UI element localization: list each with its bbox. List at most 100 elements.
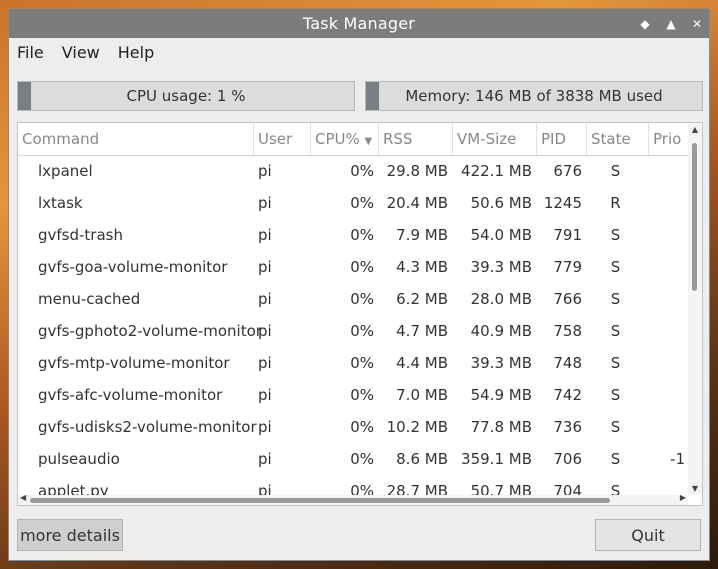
table-row[interactable]: gvfs-mtp-volume-monitor pi 0% 4.4 MB 39.3 MB… bbox=[18, 347, 688, 379]
cell-vm: 39.3 MB bbox=[470, 354, 532, 372]
column-rss-label: RSS bbox=[383, 130, 413, 148]
column-command[interactable]: Command bbox=[18, 123, 254, 155]
window-controls: ◆ ▲ ✕ bbox=[639, 9, 703, 38]
cell-pid: 758 bbox=[553, 322, 582, 340]
cell-command: gvfsd-trash bbox=[38, 226, 123, 244]
vertical-scrollbar[interactable]: ▲ ▼ bbox=[688, 123, 702, 495]
minimize-button[interactable]: ◆ bbox=[639, 17, 651, 31]
table-row[interactable]: gvfs-goa-volume-monitor pi 0% 4.3 MB 39.3 MB… bbox=[18, 251, 688, 283]
memory-usage-bar: Memory: 146 MB of 3838 MB used bbox=[365, 81, 703, 111]
cell-user: pi bbox=[258, 354, 272, 372]
cell-user: pi bbox=[258, 290, 272, 308]
column-cpu[interactable]: CPU% ▼ bbox=[311, 123, 379, 155]
cell-state: S bbox=[610, 418, 621, 436]
table-row[interactable]: lxtask pi 0% 20.4 MB 50.6 MB 1245 R bbox=[18, 187, 688, 219]
horizontal-scrollbar[interactable]: ◀ ▶ bbox=[18, 493, 688, 505]
memory-usage-label: Memory: 146 MB of 3838 MB used bbox=[405, 87, 663, 105]
cell-cpu: 0% bbox=[350, 290, 374, 308]
scroll-up-icon[interactable]: ▲ bbox=[688, 125, 702, 134]
cell-pid: 791 bbox=[553, 226, 582, 244]
column-rss[interactable]: RSS bbox=[379, 123, 453, 155]
menu-view[interactable]: View bbox=[62, 43, 100, 62]
cell-pid: 1245 bbox=[543, 194, 582, 212]
cell-prio bbox=[649, 315, 685, 347]
more-details-button[interactable]: more details bbox=[17, 519, 123, 551]
cell-vm: 39.3 MB bbox=[470, 258, 532, 276]
column-pid[interactable]: PID bbox=[537, 123, 587, 155]
cell-vm: 50.6 MB bbox=[470, 194, 532, 212]
cell-prio bbox=[649, 155, 685, 187]
cell-rss: 10.2 MB bbox=[386, 418, 448, 436]
cell-user: pi bbox=[258, 418, 272, 436]
cell-rss: 4.7 MB bbox=[396, 322, 448, 340]
usage-stats: CPU usage: 1 % Memory: 146 MB of 3838 MB… bbox=[17, 81, 703, 113]
menu-file[interactable]: File bbox=[17, 43, 44, 62]
cell-rss: 6.2 MB bbox=[396, 290, 448, 308]
title-bar[interactable]: Task Manager ◆ ▲ ✕ bbox=[9, 9, 709, 38]
table-row[interactable]: gvfs-gphoto2-volume-monitor pi 0% 4.7 MB 40.… bbox=[18, 315, 688, 347]
cell-prio bbox=[649, 379, 685, 411]
cell-rss: 4.3 MB bbox=[396, 258, 448, 276]
horizontal-scroll-thumb[interactable] bbox=[30, 498, 610, 503]
menu-help[interactable]: Help bbox=[118, 43, 154, 62]
cell-command: lxtask bbox=[38, 194, 83, 212]
scroll-down-icon[interactable]: ▼ bbox=[688, 484, 702, 493]
cell-state: S bbox=[610, 290, 621, 308]
close-button[interactable]: ✕ bbox=[691, 17, 703, 31]
column-user-label: User bbox=[258, 130, 293, 148]
table-header: Command User CPU% ▼ RSS VM-Size PID Stat… bbox=[18, 123, 688, 156]
sort-descending-icon: ▼ bbox=[364, 136, 373, 147]
cell-vm: 28.0 MB bbox=[470, 290, 532, 308]
column-state[interactable]: State bbox=[587, 123, 649, 155]
cell-command: menu-cached bbox=[38, 290, 141, 308]
cell-cpu: 0% bbox=[350, 450, 374, 468]
window-title: Task Manager bbox=[302, 14, 416, 33]
table-row[interactable]: menu-cached pi 0% 6.2 MB 28.0 MB 766 S bbox=[18, 283, 688, 315]
scroll-left-icon[interactable]: ◀ bbox=[20, 493, 26, 502]
cell-command: gvfs-udisks2-volume-monitor bbox=[38, 418, 257, 436]
cell-prio bbox=[649, 347, 685, 379]
cell-cpu: 0% bbox=[350, 322, 374, 340]
column-pid-label: PID bbox=[541, 130, 567, 148]
table-row[interactable]: pulseaudio pi 0% 8.6 MB 359.1 MB 706 S -1 bbox=[18, 443, 688, 475]
table-row[interactable]: gvfs-udisks2-volume-monitor pi 0% 10.2 MB 77… bbox=[18, 411, 688, 443]
maximize-button[interactable]: ▲ bbox=[665, 17, 677, 31]
cell-cpu: 0% bbox=[350, 354, 374, 372]
table-row[interactable]: gvfsd-trash pi 0% 7.9 MB 54.0 MB 791 S bbox=[18, 219, 688, 251]
quit-button[interactable]: Quit bbox=[595, 519, 701, 551]
cell-rss: 4.4 MB bbox=[396, 354, 448, 372]
column-prio[interactable]: Prio bbox=[649, 123, 690, 155]
table-row[interactable]: lxpanel pi 0% 29.8 MB 422.1 MB 676 S bbox=[18, 155, 688, 187]
cell-state: S bbox=[610, 386, 621, 404]
cell-rss: 29.8 MB bbox=[386, 162, 448, 180]
cell-rss: 8.6 MB bbox=[396, 450, 448, 468]
process-table: Command User CPU% ▼ RSS VM-Size PID Stat… bbox=[17, 122, 703, 506]
vertical-scroll-thumb[interactable] bbox=[692, 143, 697, 291]
column-cpu-label: CPU% bbox=[315, 130, 360, 148]
cell-prio bbox=[649, 251, 685, 283]
memory-usage-fill bbox=[366, 82, 379, 110]
cell-cpu: 0% bbox=[350, 194, 374, 212]
cell-state: S bbox=[610, 162, 621, 180]
cell-prio bbox=[649, 411, 685, 443]
cell-state: S bbox=[610, 322, 621, 340]
cpu-usage-bar: CPU usage: 1 % bbox=[17, 81, 355, 111]
table-row[interactable]: gvfs-afc-volume-monitor pi 0% 7.0 MB 54.9 MB… bbox=[18, 379, 688, 411]
column-user[interactable]: User bbox=[254, 123, 311, 155]
cell-cpu: 0% bbox=[350, 418, 374, 436]
cell-rss: 7.0 MB bbox=[396, 386, 448, 404]
column-command-label: Command bbox=[22, 130, 100, 148]
cell-rss: 7.9 MB bbox=[396, 226, 448, 244]
cell-prio bbox=[649, 219, 685, 251]
cell-pid: 736 bbox=[553, 418, 582, 436]
cell-user: pi bbox=[258, 450, 272, 468]
cell-vm: 77.8 MB bbox=[470, 418, 532, 436]
cell-user: pi bbox=[258, 258, 272, 276]
cell-state: S bbox=[610, 258, 621, 276]
table-body: lxpanel pi 0% 29.8 MB 422.1 MB 676 S lxtask pi 0%… bbox=[18, 155, 688, 505]
column-state-label: State bbox=[591, 130, 631, 148]
scroll-right-icon[interactable]: ▶ bbox=[680, 493, 686, 502]
column-vm-size[interactable]: VM-Size bbox=[453, 123, 537, 155]
cell-command: gvfs-mtp-volume-monitor bbox=[38, 354, 230, 372]
cell-user: pi bbox=[258, 322, 272, 340]
